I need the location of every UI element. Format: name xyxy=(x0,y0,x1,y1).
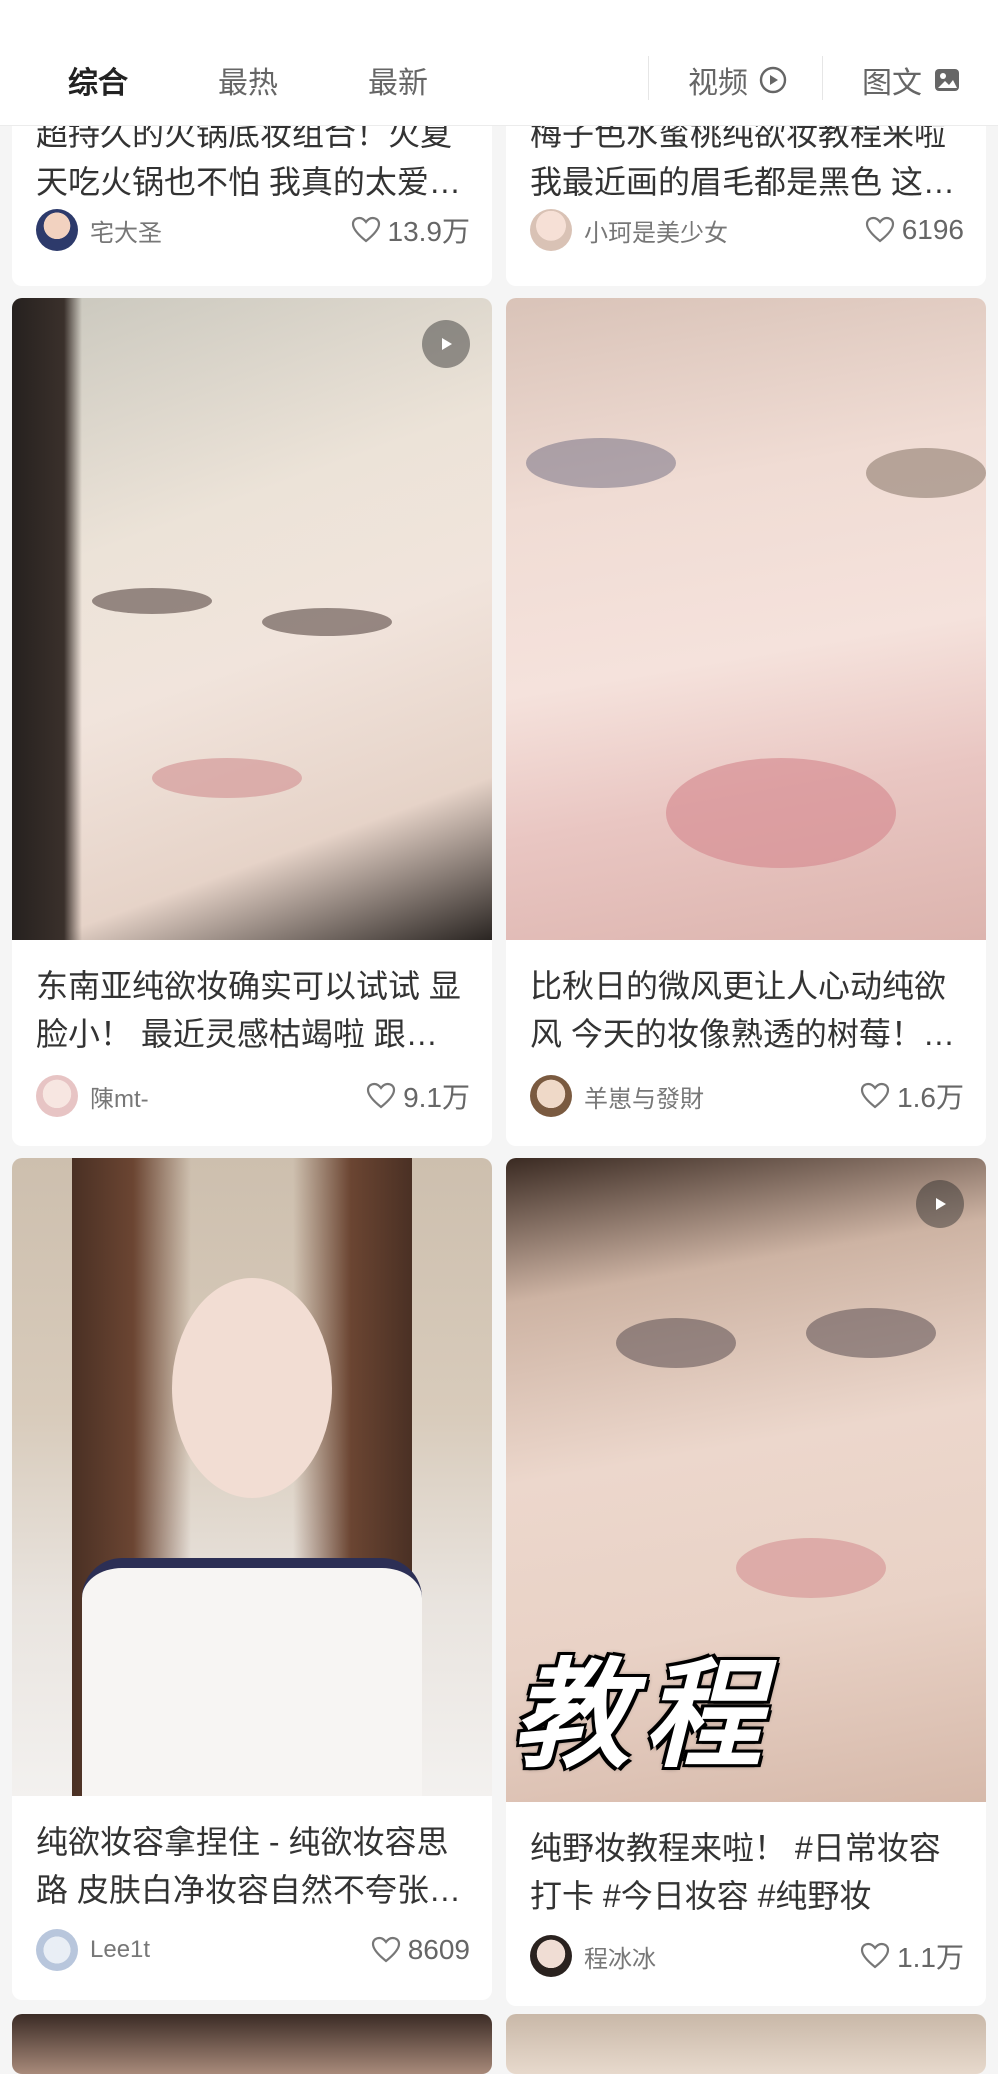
author-name[interactable]: 陳mt- xyxy=(90,1079,365,1114)
cover-image-lips xyxy=(152,758,302,798)
author-name[interactable]: Lee1t xyxy=(90,1936,370,1964)
heart-icon xyxy=(860,1082,890,1109)
author-name[interactable]: 羊崽与發財 xyxy=(584,1079,859,1114)
cover-image[interactable]: 教程 xyxy=(506,1158,986,1802)
cover-image[interactable] xyxy=(12,2014,492,2074)
cover-image-lips xyxy=(666,758,896,868)
cover-image[interactable] xyxy=(506,2014,986,2074)
avatar[interactable] xyxy=(530,1935,572,1977)
avatar[interactable] xyxy=(36,209,78,251)
heart-icon xyxy=(366,1082,396,1109)
filter-video-button[interactable]: 视频 xyxy=(688,58,788,102)
like-count: 13.9万 xyxy=(387,216,471,247)
cover-image-lips xyxy=(736,1538,886,1598)
like-button[interactable]: 13.9万 xyxy=(350,210,471,250)
video-indicator xyxy=(916,1180,964,1228)
note-meta: 小珂是美少女 6196 xyxy=(530,208,964,252)
cover-image-eye xyxy=(866,448,986,498)
play-icon xyxy=(936,1198,946,1210)
cover-image-eye xyxy=(526,438,676,488)
filter-image-text-label: 图文 xyxy=(862,67,922,100)
note-title: 纯野妆教程来啦！ #日常妆容打卡 #今日妆容 #纯野妆 xyxy=(530,1830,941,1914)
note-title: 东南亚纯欲妆确实可以试试 显脸小！ 最近灵感枯竭啦 跟… xyxy=(36,968,461,1052)
avatar[interactable] xyxy=(36,1929,78,1971)
tab-newest[interactable]: 最新 xyxy=(368,58,428,102)
heart-icon xyxy=(865,216,894,243)
tab-hottest[interactable]: 最热 xyxy=(218,58,278,102)
heart-icon xyxy=(351,216,380,243)
note-meta: Lee1t 8609 xyxy=(36,1928,470,1972)
avatar[interactable] xyxy=(36,1075,78,1117)
author-name[interactable]: 宅大圣 xyxy=(90,213,350,248)
filter-image-text-button[interactable]: 图文 xyxy=(862,58,962,102)
author-name[interactable]: 程冰冰 xyxy=(584,1939,859,1974)
video-indicator xyxy=(422,320,470,368)
cover-image-eye xyxy=(806,1308,936,1358)
like-button[interactable]: 6196 xyxy=(864,214,964,246)
like-count: 9.1万 xyxy=(403,1082,470,1113)
image-icon xyxy=(935,69,959,91)
note-meta: 陳mt- 9.1万 xyxy=(36,1074,470,1118)
play-icon xyxy=(442,338,452,350)
note-title: 比秋日的微风更让人心动纯欲风 今天的妆像熟透的树莓！… xyxy=(530,968,955,1052)
cover-image-shirt xyxy=(82,1558,422,1796)
cover-image-eye xyxy=(92,588,212,614)
heart-icon xyxy=(860,1942,890,1969)
note-card[interactable]: 纯欲妆容拿捏住 - 纯欲妆容思路 皮肤白净妆容自然不夸张… Lee1t 8609 xyxy=(12,1158,492,2000)
note-meta: 程冰冰 1.1万 xyxy=(530,1934,964,1978)
filter-video-label: 视频 xyxy=(688,67,748,100)
cover-image-eye xyxy=(616,1318,736,1368)
like-count: 1.6万 xyxy=(897,1082,964,1113)
divider xyxy=(822,56,823,100)
note-meta: 宅大圣 13.9万 xyxy=(36,208,470,252)
note-card[interactable] xyxy=(506,2014,986,2074)
tab-comprehensive[interactable]: 综合 xyxy=(68,58,128,102)
note-card[interactable]: 比秋日的微风更让人心动纯欲风 今天的妆像熟透的树莓！… 羊崽与發財 1.6万 xyxy=(506,298,986,1146)
cover-image-hair xyxy=(12,298,82,940)
cover-image[interactable] xyxy=(12,298,492,940)
cover-image-face xyxy=(172,1278,332,1498)
note-title: 纯欲妆容拿捏住 - 纯欲妆容思路 皮肤白净妆容自然不夸张… xyxy=(36,1824,461,1908)
cover-overlay-text: 教程 xyxy=(512,1650,777,1782)
avatar[interactable] xyxy=(530,209,572,251)
like-button[interactable]: 9.1万 xyxy=(365,1076,470,1116)
like-button[interactable]: 8609 xyxy=(370,1934,470,1966)
like-button[interactable]: 1.6万 xyxy=(859,1076,964,1116)
cover-image-eye xyxy=(262,608,392,636)
like-count: 6196 xyxy=(901,214,964,245)
heart-icon xyxy=(371,1936,400,1963)
like-button[interactable]: 1.1万 xyxy=(859,1936,964,1976)
author-name[interactable]: 小珂是美少女 xyxy=(584,213,864,248)
note-card[interactable]: 教程 纯野妆教程来啦！ #日常妆容打卡 #今日妆容 #纯野妆 程冰冰 1.1万 xyxy=(506,1158,986,2006)
note-meta: 羊崽与發財 1.6万 xyxy=(530,1074,964,1118)
cover-image[interactable] xyxy=(12,1158,492,1796)
like-count: 1.1万 xyxy=(897,1942,964,1973)
like-count: 8609 xyxy=(407,1934,470,1965)
avatar[interactable] xyxy=(530,1075,572,1117)
note-card[interactable] xyxy=(12,2014,492,2074)
divider xyxy=(648,56,649,100)
top-tab-bar: 综合 最热 最新 视频 图文 xyxy=(0,0,998,126)
note-card[interactable]: 东南亚纯欲妆确实可以试试 显脸小！ 最近灵感枯竭啦 跟… 陳mt- 9.1万 xyxy=(12,298,492,1146)
cover-image[interactable] xyxy=(506,298,986,940)
play-circle-icon xyxy=(759,66,787,94)
